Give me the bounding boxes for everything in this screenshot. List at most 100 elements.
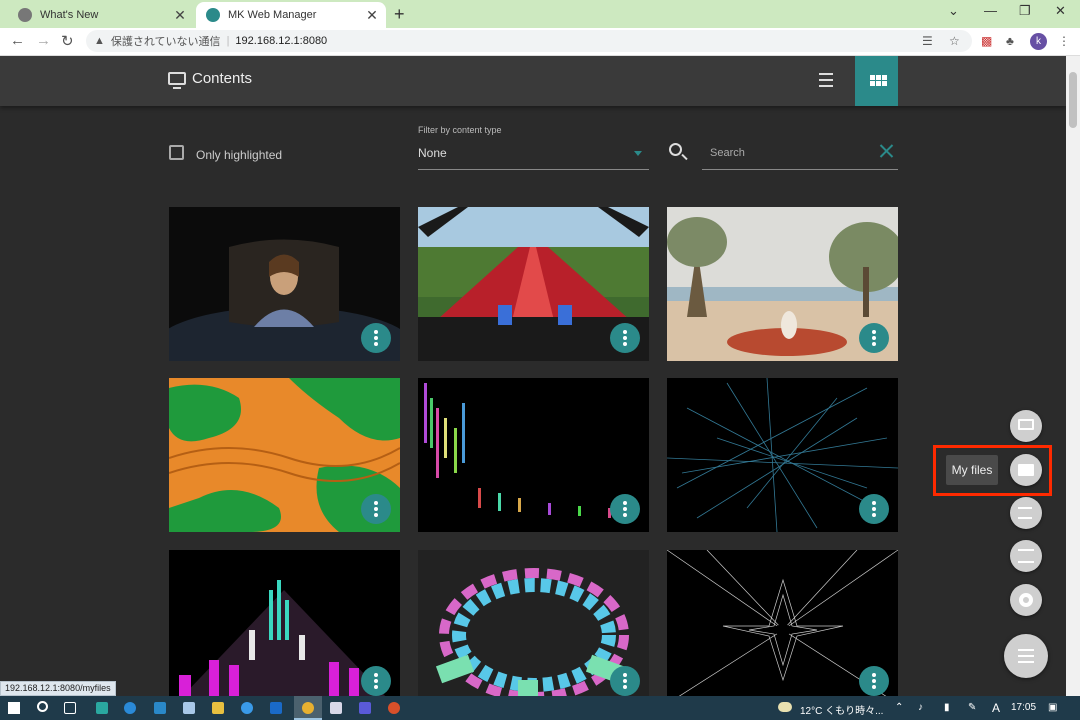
more-menu-icon[interactable]: ⋮ [1058, 34, 1070, 48]
translate-icon[interactable]: ☰ [922, 34, 933, 48]
scrollbar-thumb[interactable] [1069, 72, 1077, 128]
tab-mk-web-manager[interactable]: MK Web Manager ✕ [196, 2, 386, 28]
file-explorer-icon[interactable] [212, 702, 224, 714]
tab-close-icon[interactable]: ✕ [364, 7, 380, 24]
restore-button[interactable]: ❐ [1019, 3, 1031, 19]
search-underline [702, 169, 898, 170]
more-options-button[interactable] [859, 494, 889, 524]
cast-icon[interactable]: ▩ [981, 34, 992, 48]
grid-view-button[interactable] [855, 56, 898, 106]
volume-icon[interactable]: ♪ [918, 702, 923, 713]
app-icon[interactable] [96, 702, 108, 714]
reload-icon[interactable]: ↻ [61, 32, 74, 50]
monitor-icon [1018, 419, 1034, 430]
content-card[interactable] [667, 207, 898, 361]
pen-icon[interactable]: ✎ [968, 702, 976, 713]
content-card[interactable] [169, 207, 400, 361]
app-header: Contents [0, 56, 1066, 106]
more-options-button[interactable] [361, 494, 391, 524]
forward-icon[interactable]: → [36, 32, 51, 49]
task-view-icon[interactable] [64, 702, 76, 714]
more-options-button[interactable] [610, 323, 640, 353]
playlist-icon [1018, 507, 1032, 519]
teams-icon[interactable] [359, 702, 371, 714]
app-viewport: Contents Only highlighted Filter by cont… [0, 56, 1066, 696]
content-card[interactable] [667, 378, 898, 532]
windows-start-icon[interactable] [8, 702, 20, 714]
tray-chevron-icon[interactable]: ⌃ [895, 702, 903, 713]
extensions-icon[interactable]: ♣ [1006, 34, 1014, 48]
content-card[interactable] [418, 207, 649, 361]
clock[interactable]: 17:05 [1011, 702, 1036, 713]
ime-indicator[interactable]: A [992, 701, 1000, 715]
settings-sliders-fab-button[interactable] [1010, 540, 1042, 572]
taskbar-active-app[interactable] [294, 696, 322, 720]
more-options-button[interactable] [361, 666, 391, 696]
windows-taskbar: 12°C くもり時々... ⌃ ♪ ▮ ✎ A 17:05 ▣ [0, 696, 1080, 720]
gear-fab-button[interactable] [1010, 584, 1042, 616]
sliders-icon [1018, 549, 1034, 563]
weather-text[interactable]: 12°C くもり時々... [800, 702, 883, 717]
address-bar-row: ← → ↻ ▲ 保護されていない通信 | 192.168.12.1:8080 ☰… [0, 28, 1080, 56]
security-label: 保護されていない通信 [110, 36, 221, 48]
chrome-icon [302, 702, 314, 714]
ie-icon[interactable] [241, 702, 253, 714]
outlook-icon[interactable] [270, 702, 282, 714]
only-highlighted-label[interactable]: Only highlighted [196, 148, 282, 162]
site-favicon-icon [206, 8, 220, 22]
clear-search-icon[interactable] [877, 142, 895, 160]
tab-whats-new[interactable]: What's New ✕ [8, 2, 194, 28]
bookmark-star-icon[interactable]: ☆ [949, 34, 960, 48]
warning-icon[interactable]: ▲ [94, 35, 105, 47]
dropdown-arrow-icon[interactable] [634, 151, 642, 156]
select-underline [418, 169, 649, 170]
more-options-button[interactable] [610, 494, 640, 524]
edge-icon[interactable] [124, 702, 136, 714]
minimize-button[interactable]: — [984, 3, 997, 18]
back-icon[interactable]: ← [10, 32, 25, 49]
content-card[interactable] [418, 378, 649, 532]
tab-title: MK Web Manager [228, 9, 317, 21]
app-icon[interactable] [154, 702, 166, 714]
more-options-button[interactable] [859, 323, 889, 353]
content-card[interactable] [667, 550, 898, 696]
search-icon [669, 143, 682, 156]
tab-search-icon[interactable]: ⌄ [948, 3, 959, 19]
monitor-fab-button[interactable] [1010, 410, 1042, 442]
status-url: 192.168.12.1:8080/myfiles [0, 681, 116, 696]
content-card[interactable] [169, 550, 400, 696]
window-close-button[interactable]: ✕ [1055, 3, 1066, 19]
scrollbar[interactable] [1066, 56, 1080, 696]
tab-close-icon[interactable]: ✕ [172, 7, 188, 24]
more-options-button[interactable] [361, 323, 391, 353]
more-options-button[interactable] [610, 666, 640, 696]
battery-icon[interactable]: ▮ [944, 702, 950, 713]
more-options-button[interactable] [859, 666, 889, 696]
chrome-icon [18, 8, 32, 22]
list-view-button[interactable] [814, 69, 838, 93]
monitor-icon [168, 72, 186, 89]
divider: | [226, 35, 230, 47]
playlist-fab-button[interactable] [1010, 497, 1042, 529]
app-icon[interactable] [330, 702, 342, 714]
content-card[interactable] [418, 550, 649, 696]
only-highlighted-checkbox[interactable] [169, 145, 184, 160]
main-menu-fab-button[interactable] [1004, 634, 1048, 678]
page-title-text: Contents [192, 70, 253, 87]
app-icon[interactable] [183, 702, 195, 714]
powerpoint-icon[interactable] [388, 702, 400, 714]
omnibox[interactable]: ▲ 保護されていない通信 | 192.168.12.1:8080 [86, 30, 972, 52]
new-tab-button[interactable]: + [394, 4, 405, 25]
highlight-box [933, 445, 1052, 496]
content-card[interactable] [169, 378, 400, 532]
content-type-select[interactable]: None [418, 146, 447, 160]
tab-title: What's New [40, 9, 99, 21]
weather-icon[interactable] [778, 702, 792, 712]
search-input[interactable] [702, 142, 870, 164]
url-text[interactable]: 192.168.12.1:8080 [235, 35, 327, 47]
profile-avatar[interactable]: k [1030, 33, 1047, 50]
browser-tab-strip: What's New ✕ MK Web Manager ✕ + ⌄ — ❐ ✕ [0, 0, 1080, 28]
gear-icon [1019, 593, 1033, 607]
search-icon[interactable] [37, 701, 48, 712]
notification-icon[interactable]: ▣ [1048, 702, 1057, 713]
